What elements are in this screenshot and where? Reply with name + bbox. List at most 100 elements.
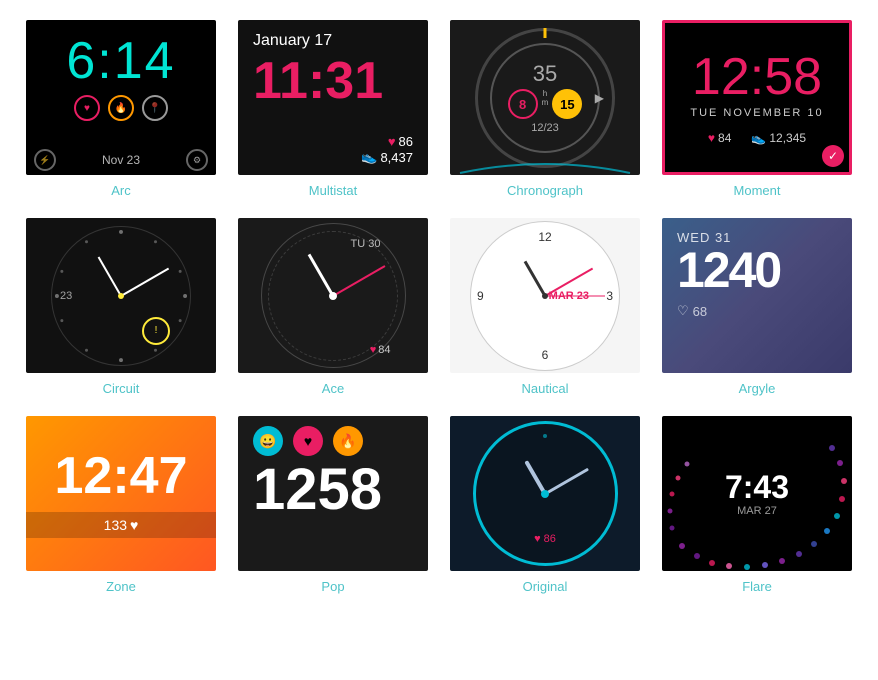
ace-heart-icon: ♥ — [370, 344, 377, 356]
moment-time: 12:58 — [692, 51, 822, 103]
argyle-heart-stat: ♡ 68 — [677, 303, 837, 319]
chrono-inner: 35 8 h m 15 12/23 — [490, 43, 600, 153]
watch-item-flare[interactable]: 7:43 MAR 27 Flare — [656, 416, 858, 594]
watch-item-chronograph[interactable]: 35 8 h m 15 12/23 — [444, 20, 646, 198]
zone-bar: 133 ♥ — [26, 512, 216, 538]
watch-item-arc[interactable]: 6:14 ♥ 🔥 📍 ⚡ Nov 23 ⚙ Arc — [20, 20, 222, 198]
watch-face-arc[interactable]: 6:14 ♥ 🔥 📍 ⚡ Nov 23 ⚙ — [26, 20, 216, 175]
heart-icon: ♥ — [388, 134, 396, 149]
moment-steps-val: 12,345 — [769, 131, 806, 145]
watch-face-pop[interactable]: 😀 ♥ 🔥 1258 — [238, 416, 428, 571]
chrono-h-label: h — [543, 89, 547, 98]
chrono-outer-ring: 35 8 h m 15 12/23 — [475, 28, 615, 168]
chrono-blue-arc-svg — [450, 155, 640, 175]
arc-date: Nov 23 — [102, 153, 140, 167]
watch-face-moment[interactable]: 12:58 TUE NOVEMBER 10 ♥ 84 👟 12,345 ✓ — [662, 20, 852, 175]
multistat-steps-val: 8,437 — [380, 150, 413, 165]
watch-face-argyle[interactable]: WED 31 1240 ♡ 68 — [662, 218, 852, 373]
selected-checkmark: ✓ — [822, 145, 844, 167]
moment-date: TUE NOVEMBER 10 — [690, 107, 823, 119]
watch-item-ace[interactable]: TU 30 ♥ 84 Ace — [232, 218, 434, 396]
ace-center-dot — [329, 292, 337, 300]
zone-steps-stat: 133 ♥ — [104, 517, 139, 533]
watch-face-flare[interactable]: 7:43 MAR 27 — [662, 416, 852, 571]
watch-item-argyle[interactable]: WED 31 1240 ♡ 68 Argyle — [656, 218, 858, 396]
watch-item-nautical[interactable]: 12 6 9 3 MAR 23 Nautical — [444, 218, 646, 396]
zone-label: Zone — [106, 579, 136, 594]
arc-icons: ♥ 🔥 📍 — [74, 95, 168, 121]
watch-item-zone[interactable]: 12:47 133 ♥ Zone — [20, 416, 222, 594]
chrono-big-num: 35 — [533, 61, 557, 87]
arc-bottom-bar: ⚡ Nov 23 ⚙ — [26, 145, 216, 175]
ace-date: TU 30 — [351, 238, 381, 250]
pop-label: Pop — [321, 579, 344, 594]
ace-label: Ace — [322, 381, 344, 396]
zone-time: 12:47 — [55, 450, 188, 502]
multistat-label: Multistat — [309, 183, 357, 198]
flare-date: MAR 27 — [737, 505, 777, 517]
arc-right-icon: ⚙ — [186, 149, 208, 171]
pop-time: 1258 — [253, 461, 413, 519]
original-heart-stat: ♥ 86 — [534, 533, 556, 545]
chrono-m-val: 15 — [560, 97, 574, 112]
nautical-clock: 12 6 9 3 MAR 23 — [470, 221, 620, 371]
pop-icon-orange: 🔥 — [333, 426, 363, 456]
watch-face-zone[interactable]: 12:47 133 ♥ — [26, 416, 216, 571]
multistat-heart-stat: ♥ 86 — [388, 134, 413, 149]
pop-icon-pink: ♥ — [293, 426, 323, 456]
watch-face-ace[interactable]: TU 30 ♥ 84 — [238, 218, 428, 373]
moment-heart-stat: ♥ 84 — [708, 131, 731, 145]
moment-heart-icon: ♥ — [708, 131, 715, 145]
watch-face-circuit[interactable]: 23 ! — [26, 218, 216, 373]
watch-item-multistat[interactable]: January 17 11:31 ♥ 86 👟 8,437 Multistat — [232, 20, 434, 198]
multistat-steps-stat: 👟 8,437 — [361, 149, 413, 165]
watch-item-moment[interactable]: 12:58 TUE NOVEMBER 10 ♥ 84 👟 12,345 ✓ Mo… — [656, 20, 858, 198]
moment-steps-icon: 👟 — [751, 131, 766, 145]
chrono-h-val: 8 — [519, 97, 526, 112]
watch-face-chronograph[interactable]: 35 8 h m 15 12/23 — [450, 20, 640, 175]
watch-face-multistat[interactable]: January 17 11:31 ♥ 86 👟 8,437 — [238, 20, 428, 175]
multistat-date: January 17 — [253, 32, 413, 50]
ace-heart-val: 84 — [378, 344, 390, 356]
original-heart-icon: ♥ — [534, 533, 541, 545]
watch-item-circuit[interactable]: 23 ! Circuit — [20, 218, 222, 396]
nautical-num-3: 3 — [606, 289, 613, 303]
chrono-date: 12/23 — [531, 122, 559, 134]
nautical-center-dot — [542, 293, 548, 299]
circuit-label: Circuit — [103, 381, 140, 396]
ace-heart-stat: ♥ 84 — [370, 344, 391, 356]
circuit-clock: 23 ! — [51, 226, 191, 366]
zone-steps-val: 133 — [104, 517, 127, 533]
steps-icon: 👟 — [361, 149, 377, 165]
pop-icon-teal: 😀 — [253, 426, 283, 456]
arc-heart-icon: ♥ — [74, 95, 100, 121]
chrono-play-icon: ▶ — [595, 91, 604, 105]
chrono-h-circle: 8 — [508, 89, 538, 119]
arc-left-icon: ⚡ — [34, 149, 56, 171]
watch-item-original[interactable]: ♥ 86 Original — [444, 416, 646, 594]
chrono-tick — [544, 28, 547, 38]
pop-icons-row: 😀 ♥ 🔥 — [253, 426, 413, 456]
multistat-stats: ♥ 86 👟 8,437 — [253, 134, 413, 165]
flare-time: 7:43 — [725, 471, 789, 503]
nautical-num-9: 9 — [477, 289, 484, 303]
circuit-badge: ! — [142, 317, 170, 345]
watch-item-pop[interactable]: 😀 ♥ 🔥 1258 Pop — [232, 416, 434, 594]
watch-face-grid: 6:14 ♥ 🔥 📍 ⚡ Nov 23 ⚙ Arc January 17 11:… — [20, 20, 858, 594]
ace-clock: TU 30 ♥ 84 — [261, 223, 406, 368]
original-min-hand — [544, 467, 589, 495]
argyle-label: Argyle — [739, 381, 776, 396]
watch-face-nautical[interactable]: 12 6 9 3 MAR 23 — [450, 218, 640, 373]
chrono-circles: 8 h m 15 — [508, 89, 583, 119]
moment-heart-val: 84 — [718, 131, 731, 145]
original-clock: ♥ 86 — [473, 421, 618, 566]
circuit-center-dot — [118, 293, 124, 299]
original-label: Original — [523, 579, 568, 594]
moment-steps-stat: 👟 12,345 — [751, 131, 806, 145]
watch-face-original[interactable]: ♥ 86 — [450, 416, 640, 571]
arc-location-icon: 📍 — [142, 95, 168, 121]
nautical-sec-hand — [545, 295, 605, 296]
argyle-time: 1240 — [677, 245, 837, 295]
circuit-hour-num: 23 — [60, 290, 72, 302]
arc-time: 6:14 — [66, 35, 175, 87]
